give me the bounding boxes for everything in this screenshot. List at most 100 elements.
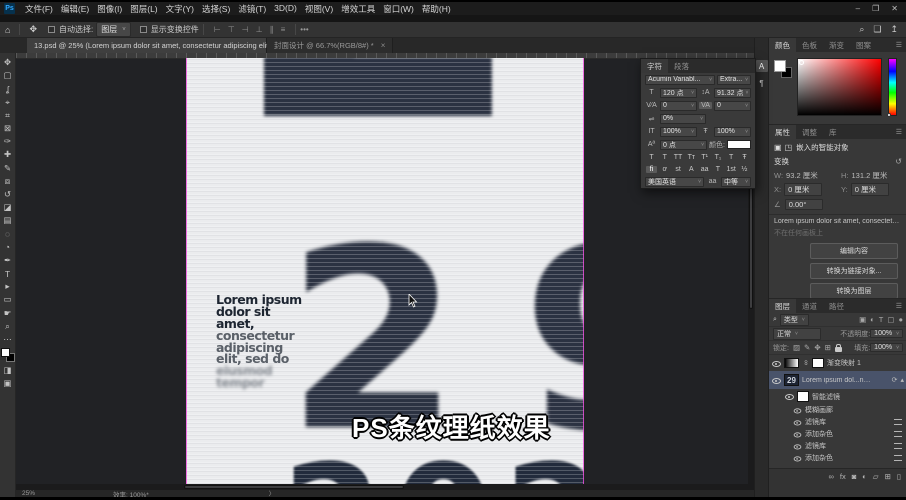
antialias-dropdown[interactable]: 中等 — [721, 176, 751, 187]
eyedropper-tool[interactable]: ✑ — [1, 135, 15, 148]
filter-name[interactable]: 添加杂色 — [805, 453, 833, 463]
layer-mask-thumbnail[interactable] — [812, 358, 824, 368]
rotation-field[interactable]: 0.00° — [784, 199, 823, 210]
color-swatches[interactable] — [774, 60, 794, 80]
strikethrough-icon[interactable]: Ŧ — [739, 154, 750, 161]
foreground-color-swatch[interactable] — [0, 348, 10, 358]
eraser-tool[interactable]: ◪ — [1, 201, 15, 214]
smart-filter-row[interactable]: 滤镜库 — [769, 416, 906, 428]
kerning-field[interactable]: 0 — [660, 100, 697, 111]
opacity-field[interactable]: 100% — [870, 329, 903, 338]
filter-type-layers-icon[interactable]: T — [879, 315, 884, 324]
menu-item[interactable]: 3D(D) — [270, 3, 301, 15]
all-caps-icon[interactable]: TT — [673, 154, 684, 161]
object-selection-tool[interactable]: ⌖ — [1, 96, 15, 109]
collapse-smart-filters-icon[interactable]: ▴ — [900, 376, 904, 384]
panel-tab[interactable]: 路径 — [823, 299, 850, 313]
lock-artboard-icon[interactable]: ⊞ — [825, 343, 831, 352]
discretionary-ligatures-icon[interactable]: st — [673, 166, 684, 173]
new-layer-icon[interactable]: ⊞ — [885, 472, 891, 481]
picker-cursor[interactable] — [799, 60, 804, 65]
hue-slider-thumb[interactable] — [887, 113, 891, 117]
filter-visibility-icon[interactable] — [793, 454, 802, 462]
filter-name[interactable]: 添加杂色 — [805, 429, 833, 439]
history-brush-tool[interactable]: ↺ — [1, 188, 15, 201]
menu-item[interactable]: 选择(S) — [198, 3, 234, 15]
font-family-dropdown[interactable]: Acumin Variabl... — [645, 74, 715, 85]
faux-bold-icon[interactable]: T — [646, 154, 657, 161]
crop-tool[interactable]: ⌗ — [1, 109, 15, 122]
vertical-scale-field[interactable]: 100% — [660, 126, 697, 137]
smart-filters-visibility-icon[interactable] — [785, 392, 794, 401]
tracking-field[interactable]: 0 — [714, 100, 751, 111]
healing-brush-tool[interactable]: ✚ — [1, 148, 15, 161]
pen-tool[interactable]: ✒ — [1, 254, 15, 267]
small-caps-icon[interactable]: Tт — [686, 154, 697, 161]
minimize-button[interactable]: – — [856, 4, 860, 13]
smart-filter-row[interactable]: 滤镜库 — [769, 440, 906, 452]
width-value[interactable]: 93.2 厘米 — [786, 170, 818, 181]
rectangle-tool[interactable]: ▭ — [1, 293, 15, 306]
lock-transparent-icon[interactable]: ▨ — [793, 343, 800, 352]
smart-filter-row[interactable]: 模糊画廊 — [769, 404, 906, 416]
menu-item[interactable]: 编辑(E) — [57, 3, 93, 15]
panel-tab[interactable]: 调整 — [796, 125, 823, 139]
faux-italic-icon[interactable]: T — [659, 154, 670, 161]
language-dropdown[interactable]: 美国英语 — [645, 176, 704, 187]
gradient-map-thumbnail[interactable] — [784, 358, 799, 368]
photoshop-logo[interactable]: Ps — [4, 3, 15, 14]
move-tool-icon[interactable]: ✥ — [24, 24, 42, 35]
delete-layer-icon[interactable]: ▯ — [897, 472, 901, 481]
fill-field[interactable]: 100% — [870, 343, 903, 352]
align-right-icon[interactable]: ⊣ — [242, 25, 249, 34]
swash-icon[interactable]: A — [686, 166, 697, 173]
panel-menu-icon[interactable]: ☰ — [896, 302, 906, 310]
dodge-tool[interactable]: ◔ — [1, 241, 15, 254]
filter-pixel-layers-icon[interactable]: ▣ — [859, 315, 866, 324]
contextual-alternates-icon[interactable]: ơ — [659, 166, 670, 173]
menu-item[interactable]: 视图(V) — [301, 3, 337, 15]
stylistic-alternates-icon[interactable]: aa — [699, 166, 710, 173]
home-icon[interactable]: ⌂ — [0, 25, 15, 35]
close-tab-icon[interactable]: × — [381, 41, 386, 50]
panel-tab[interactable]: 属性 — [769, 125, 796, 139]
panel-tab[interactable]: 字符 — [641, 59, 668, 73]
quick-mask-icon[interactable]: ◨ — [1, 364, 15, 377]
layer-filter-dropdown[interactable]: 类型 — [779, 313, 809, 326]
close-button[interactable]: ✕ — [891, 4, 898, 13]
ligatures-icon[interactable]: fi — [646, 165, 657, 173]
layer-row-smart-object[interactable]: Lorem ipsum dol...ng elit, sed do ⟳ ▴ — [769, 371, 906, 389]
filter-smart-objects-icon[interactable]: ● — [898, 315, 903, 324]
canvas[interactable]: 20 29 202 Lorem ipsum dolor sit amet, co… — [186, 58, 584, 484]
lasso-tool[interactable]: ʆ — [1, 82, 15, 95]
filter-blend-options-icon[interactable] — [894, 455, 902, 461]
menu-item[interactable]: 文件(F) — [21, 3, 57, 15]
share-icon[interactable]: ↥ — [890, 24, 898, 35]
filter-name[interactable]: 模糊画廊 — [805, 405, 833, 415]
smart-filters-row[interactable]: 智能滤镜 — [769, 389, 906, 404]
type-tool[interactable]: T — [1, 267, 15, 280]
leading-field[interactable]: 91.32 点 — [714, 87, 751, 98]
gradient-tool[interactable]: ▤ — [1, 214, 15, 227]
character-panel-icon[interactable]: A — [755, 60, 768, 72]
height-value[interactable]: 131.2 厘米 — [852, 170, 888, 181]
distribute-v-icon[interactable]: ≡ — [281, 25, 286, 34]
distribute-h-icon[interactable]: ∥ — [270, 25, 274, 34]
baseline-shift-field[interactable]: 0 点 — [660, 139, 708, 150]
smart-object-thumbnail[interactable] — [784, 374, 799, 386]
fractions-icon[interactable]: ½ — [739, 166, 750, 173]
convert-to-linked-button[interactable]: 转换为链接对象... — [810, 263, 898, 279]
align-center-h-icon[interactable]: ⊤ — [228, 25, 235, 34]
hue-slider[interactable] — [887, 58, 897, 117]
link-layers-icon[interactable]: ∞ — [829, 472, 834, 481]
search-icon[interactable]: ⌕ — [859, 24, 864, 35]
lock-pixels-icon[interactable]: ✎ — [804, 343, 810, 352]
reset-transform-icon[interactable]: ↺ — [895, 157, 902, 166]
menu-item[interactable]: 窗口(W) — [379, 3, 418, 15]
panel-tab[interactable]: 颜色 — [769, 38, 796, 52]
scrollbar-thumb[interactable] — [184, 485, 404, 489]
ordinals-icon[interactable]: 1st — [726, 166, 737, 173]
convert-to-layers-button[interactable]: 转换为图层 — [810, 283, 898, 299]
panel-tab[interactable]: 色板 — [796, 38, 823, 52]
y-field[interactable]: 0 厘米 — [850, 183, 889, 196]
